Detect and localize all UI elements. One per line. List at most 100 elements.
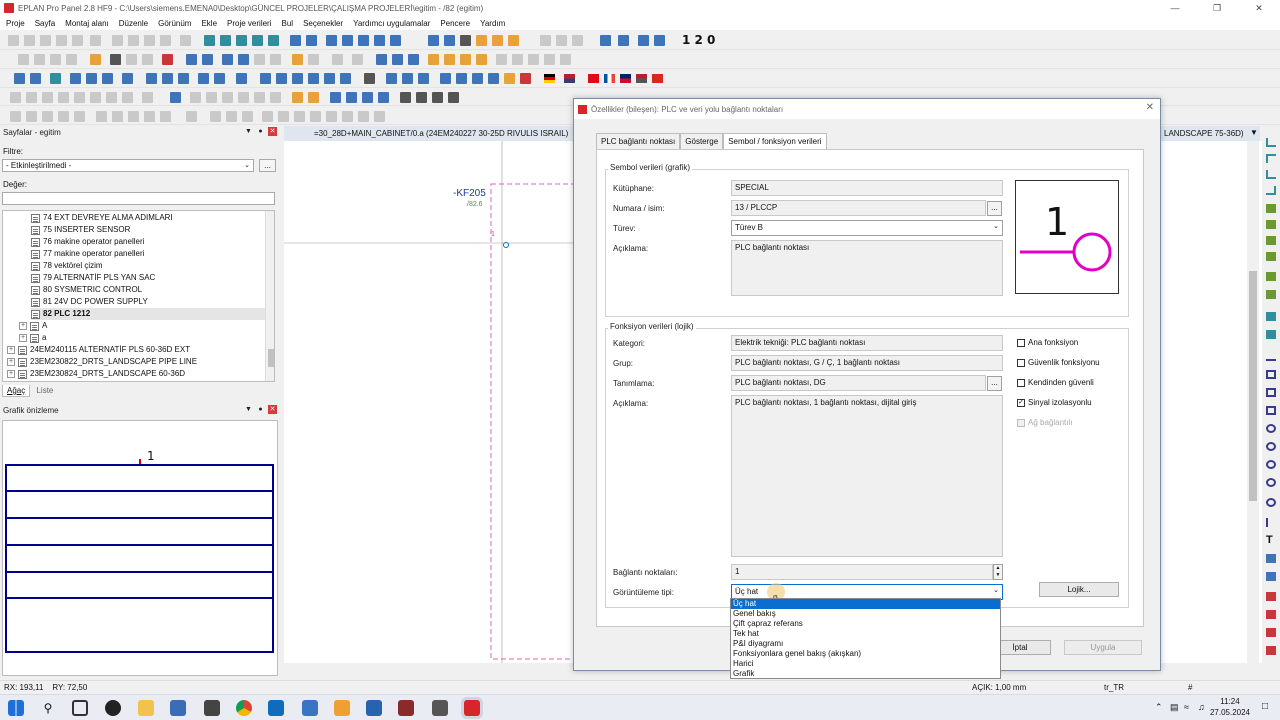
cross2-icon[interactable] [1266, 290, 1276, 299]
format-icon[interactable] [186, 54, 197, 65]
page-list-icon[interactable] [308, 54, 319, 65]
tb3-e-icon[interactable] [86, 73, 97, 84]
tb3-g-icon[interactable] [122, 73, 133, 84]
circle-icon[interactable] [1266, 424, 1276, 433]
tb5-p-icon[interactable] [278, 111, 289, 122]
image-viewer-icon[interactable] [366, 700, 382, 716]
tb4-t-icon[interactable] [362, 92, 373, 103]
grid-icon[interactable] [326, 35, 337, 46]
intrinsically-safe-checkbox[interactable]: Kendinden güvenli [1017, 378, 1094, 387]
tree-item[interactable]: 81 24V DC POWER SUPPLY [31, 296, 148, 308]
connection-points-spinner-icon[interactable]: ▲ ▼ [993, 564, 1003, 580]
line-icon[interactable] [1266, 352, 1276, 361]
tray-wifi-icon[interactable]: ≈ [1184, 702, 1189, 712]
tb5-c-icon[interactable] [42, 111, 53, 122]
tb3-a-icon[interactable] [14, 73, 25, 84]
polygon-icon[interactable] [1266, 406, 1276, 415]
zoom-window-icon[interactable] [220, 35, 231, 46]
ellipse-icon[interactable] [1266, 460, 1276, 469]
close-icon[interactable]: ✕ [1146, 102, 1154, 113]
dropdown-option[interactable]: Genel bakış [731, 609, 1000, 619]
tool-c-icon[interactable] [572, 35, 583, 46]
tb3-f-icon[interactable] [102, 73, 113, 84]
menu-item-secenekler[interactable]: Seçenekler [303, 19, 343, 28]
tree-item[interactable]: +24EM240115 ALTERNATİF PLS 60-36D EXT [7, 344, 190, 356]
tb4-g-icon[interactable] [106, 92, 117, 103]
expand-icon[interactable]: + [7, 346, 15, 354]
flag-ch-icon[interactable] [652, 74, 663, 83]
tb3-w-icon[interactable] [418, 73, 429, 84]
menu-item-pencere[interactable]: Pencere [440, 19, 470, 28]
restore-icon[interactable]: ❐ [1196, 0, 1238, 16]
hyperlink-icon[interactable] [1266, 572, 1276, 581]
arc2-icon[interactable] [1266, 498, 1276, 507]
search-icon[interactable]: ⚲ [40, 700, 56, 716]
t-node-icon[interactable] [1266, 204, 1276, 213]
tree-item-selected[interactable]: 82 PLC 1212 [31, 308, 265, 320]
tb5-s-icon[interactable] [326, 111, 337, 122]
tb2-e-icon[interactable] [90, 54, 101, 65]
interrupt2-icon[interactable] [1266, 330, 1276, 339]
paste-icon[interactable] [142, 54, 153, 65]
tree-item[interactable]: 74 EXT DEVREYE ALMA ADIMLARI [31, 212, 173, 224]
tb2-i-icon[interactable] [392, 54, 403, 65]
tb4-p-icon[interactable] [292, 92, 303, 103]
notification-icon[interactable]: □ [1262, 701, 1268, 712]
tb5-b-icon[interactable] [26, 111, 37, 122]
export-icon[interactable] [72, 35, 83, 46]
menu-item-proje-verileri[interactable]: Proje verileri [227, 19, 271, 28]
main-function-checkbox[interactable]: Ana fonksiyon [1017, 338, 1078, 347]
menu-item-proje[interactable]: Proje [6, 19, 25, 28]
expand-icon[interactable]: + [19, 334, 27, 342]
network-app-icon[interactable] [432, 700, 448, 716]
tray-chevron-icon[interactable]: ⌃ [1155, 702, 1163, 713]
rectangle-icon[interactable] [1266, 388, 1276, 397]
minimize-icon[interactable]: — [1154, 0, 1196, 16]
tb2-b-icon[interactable] [34, 54, 45, 65]
tb3-q-icon[interactable] [308, 73, 319, 84]
tb3-n-icon[interactable] [260, 73, 271, 84]
insert2-icon[interactable] [618, 35, 629, 46]
logic-button[interactable]: Lojik... [1039, 582, 1119, 597]
category-field[interactable]: Elektrik tekniği: PLC bağlantı noktası [731, 335, 1003, 351]
menu-item-yardim[interactable]: Yardım [480, 19, 505, 28]
tree-item[interactable]: 78 vektörel çizim [31, 260, 103, 272]
symbol-description-field[interactable]: PLC bağlantı noktası [731, 240, 1003, 296]
tb4-f-icon[interactable] [90, 92, 101, 103]
tb2-q-icon[interactable] [528, 54, 539, 65]
flag-gb-icon[interactable] [620, 74, 631, 83]
tb2-h-icon[interactable] [376, 54, 387, 65]
measure-icon[interactable] [508, 35, 519, 46]
dimension3-icon[interactable] [1266, 628, 1276, 637]
snap-icon[interactable] [428, 35, 439, 46]
tb2-d-icon[interactable] [66, 54, 77, 65]
tree-scrollbar[interactable] [265, 211, 274, 381]
tb5-r-icon[interactable] [310, 111, 321, 122]
menu-item-bul[interactable]: Bul [282, 19, 294, 28]
tab-plc-connection-point[interactable]: PLC bağlantı noktası [596, 133, 681, 150]
new-icon[interactable] [8, 35, 19, 46]
panel-close-icon[interactable]: ✕ [268, 127, 277, 136]
menu-item-montaj-alani[interactable]: Montaj alanı [65, 19, 109, 28]
variant-select[interactable]: Türev B ⌄ [731, 220, 1003, 236]
tb4-b-icon[interactable] [26, 92, 37, 103]
dimension-icon[interactable] [1266, 592, 1276, 601]
dropdown-option[interactable]: Harici [731, 659, 1000, 669]
cart-icon[interactable] [638, 35, 649, 46]
tb4-k-icon[interactable] [206, 92, 217, 103]
wire-icon[interactable] [476, 35, 487, 46]
canvas-vscrollbar[interactable] [1247, 141, 1259, 663]
tb4-m-icon[interactable] [238, 92, 249, 103]
menu-item-gorunum[interactable]: Görünüm [158, 19, 191, 28]
group-field[interactable]: PLC bağlantı noktası, G / Ç, 1 bağlantı … [731, 355, 1003, 371]
tree-item[interactable]: + A [19, 320, 47, 332]
grid-d-icon[interactable] [390, 35, 401, 46]
grid-b-icon[interactable] [358, 35, 369, 46]
number-name-browse-button[interactable]: ... [987, 201, 1002, 216]
eplan-taskbar-icon[interactable] [464, 700, 480, 716]
dropdown-option[interactable]: Tek hat [731, 629, 1000, 639]
tb3-p-icon[interactable] [292, 73, 303, 84]
tb4-i-icon[interactable] [142, 92, 153, 103]
expand-icon[interactable]: + [19, 322, 27, 330]
tray-network-icon[interactable]: ▤ [1170, 702, 1179, 713]
